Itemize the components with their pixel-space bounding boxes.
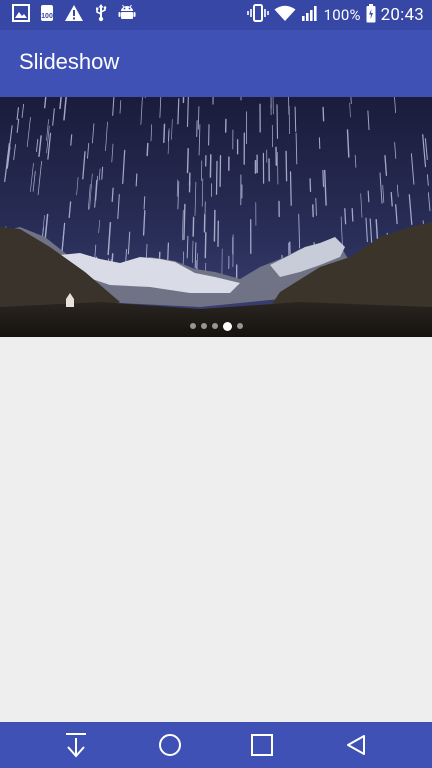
clock: 20:43 [380, 5, 424, 25]
status-bar: 100 100% 20:43 [0, 0, 432, 30]
status-notifications: 100 [12, 3, 136, 27]
vibrate-icon [246, 4, 269, 26]
app-bar: Slideshow [0, 30, 432, 97]
slideshow-pager[interactable] [0, 97, 432, 337]
home-circle-icon[interactable] [156, 731, 184, 759]
slide-image [0, 97, 432, 337]
navigation-bar [0, 722, 432, 768]
slide-indicator-dot[interactable] [236, 323, 243, 329]
status-system: 100% 20:43 [246, 3, 424, 27]
warning-icon [64, 4, 84, 26]
recents-square-icon[interactable] [248, 731, 276, 759]
page-title: Slideshow [19, 49, 120, 74]
storage-100-icon: 100 [40, 4, 54, 26]
slide-indicator-dot[interactable] [211, 323, 218, 329]
cellular-signal-icon [301, 4, 319, 26]
android-debug-icon [118, 4, 136, 26]
slide-indicators [0, 320, 432, 332]
battery-percent: 100% [323, 6, 361, 24]
slide-indicator-dot[interactable] [200, 323, 207, 329]
wifi-icon [274, 5, 296, 26]
back-triangle-icon[interactable] [342, 731, 370, 759]
image-notification-icon [12, 4, 30, 26]
slide-indicator-dot[interactable] [189, 323, 196, 329]
content-area [0, 337, 432, 722]
svg-text:100: 100 [41, 13, 53, 20]
battery-icon [366, 3, 376, 27]
slide-indicator-dot[interactable] [222, 321, 232, 331]
usb-icon [94, 3, 108, 27]
download-arrow-icon[interactable] [62, 731, 90, 759]
